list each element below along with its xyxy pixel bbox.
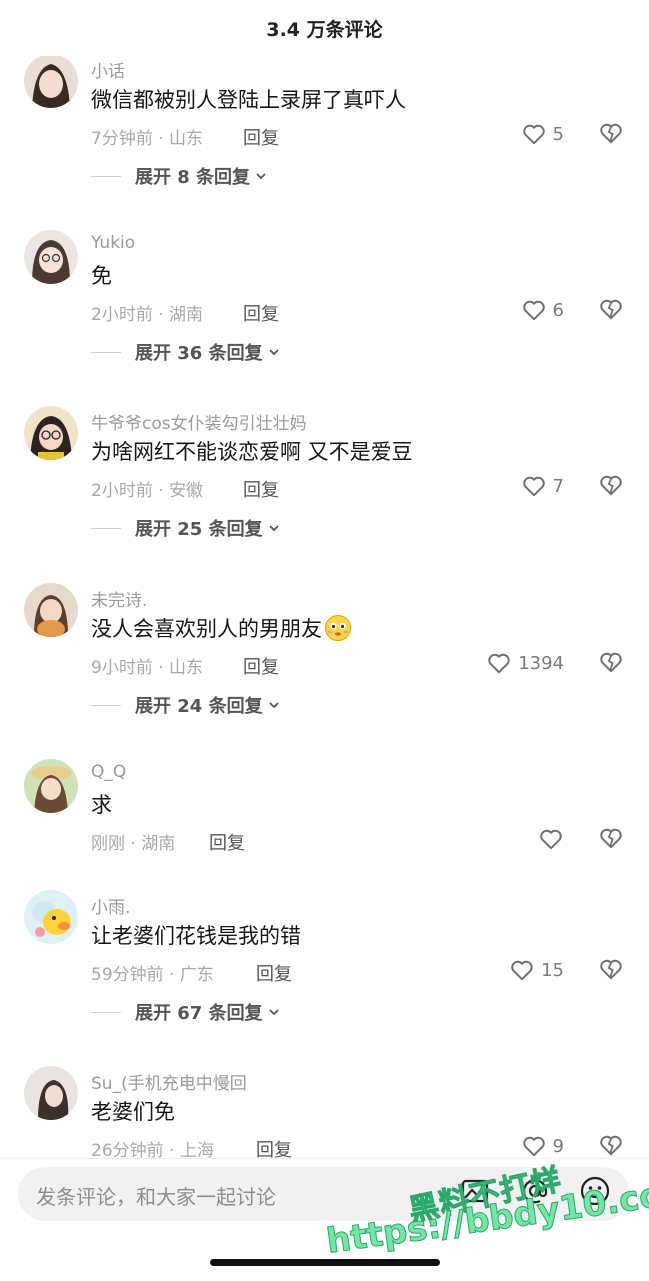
expand-replies[interactable]: 展开 8 条回复 bbox=[91, 164, 268, 188]
avatar[interactable] bbox=[24, 890, 78, 944]
comment-count-title: 3.4 万条评论 bbox=[266, 19, 383, 41]
username[interactable]: Q_Q bbox=[91, 762, 126, 782]
emoji-icon[interactable] bbox=[578, 1174, 612, 1208]
comments-header: 3.4 万条评论 bbox=[0, 0, 649, 56]
comment-meta: 刚刚 · 湖南 bbox=[91, 834, 176, 854]
expand-replies[interactable]: 展开 36 条回复 bbox=[91, 340, 281, 364]
like-button[interactable]: 5 bbox=[521, 118, 564, 150]
expand-replies[interactable]: 展开 25 条回复 bbox=[91, 516, 281, 540]
reply-button[interactable]: 回复 bbox=[243, 476, 279, 502]
like-button[interactable]: 6 bbox=[521, 294, 564, 326]
divider bbox=[91, 1011, 121, 1013]
avatar[interactable] bbox=[24, 759, 78, 813]
username[interactable]: Su_(手机充电中慢回 bbox=[91, 1069, 247, 1094]
comment-input-bar: 发条评论，和大家一起讨论 bbox=[0, 1158, 649, 1281]
expand-replies[interactable]: 展开 24 条回复 bbox=[91, 693, 281, 717]
comment-text: 没人会喜欢别人的男朋友 bbox=[91, 613, 352, 643]
like-button[interactable]: 15 bbox=[509, 954, 564, 986]
avatar[interactable] bbox=[24, 230, 78, 284]
comment-text: 老婆们免 bbox=[91, 1100, 175, 1124]
username[interactable]: Yukio bbox=[91, 233, 135, 253]
home-indicator bbox=[210, 1259, 440, 1266]
divider bbox=[91, 351, 121, 353]
chevron-down-icon bbox=[268, 702, 279, 709]
image-icon[interactable] bbox=[458, 1174, 492, 1208]
reply-button[interactable]: 回复 bbox=[243, 653, 279, 679]
username[interactable]: 小雨. bbox=[91, 893, 130, 918]
comment-text: 免 bbox=[91, 264, 112, 288]
chevron-down-icon bbox=[268, 1009, 279, 1016]
comment-meta: 26分钟前 · 上海 bbox=[91, 1141, 214, 1158]
heart-icon bbox=[522, 300, 545, 321]
broken-heart-icon[interactable] bbox=[598, 472, 624, 498]
comment-input-placeholder: 发条评论，和大家一起讨论 bbox=[36, 1185, 276, 1209]
like-count: 6 bbox=[552, 299, 564, 321]
expand-replies[interactable]: 展开 67 条回复 bbox=[91, 1000, 281, 1024]
chevron-down-icon bbox=[256, 173, 266, 180]
like-count: 5 bbox=[552, 123, 564, 145]
expand-label: 展开 24 条回复 bbox=[135, 696, 263, 717]
expand-label: 展开 67 条回复 bbox=[135, 1003, 263, 1024]
expand-label: 展开 8 条回复 bbox=[135, 167, 251, 188]
avatar[interactable] bbox=[24, 583, 78, 637]
like-button[interactable]: 9 bbox=[521, 1130, 564, 1158]
comment-text: 让老婆们花钱是我的错 bbox=[91, 924, 301, 948]
reply-button[interactable]: 回复 bbox=[243, 300, 279, 326]
like-count: 9 bbox=[552, 1135, 564, 1157]
broken-heart-icon[interactable] bbox=[598, 120, 624, 146]
comment-meta: 2小时前 · 安徽 bbox=[91, 481, 204, 501]
broken-heart-icon[interactable] bbox=[598, 296, 624, 322]
comment-list[interactable]: 小话 微信都被别人登陆上录屏了真吓人 7分钟前 · 山东 回复 5 展开 8 条… bbox=[0, 0, 649, 1158]
comment-text: 求 bbox=[91, 793, 112, 817]
expand-label: 展开 25 条回复 bbox=[135, 519, 263, 540]
avatar[interactable] bbox=[24, 406, 78, 460]
reply-button[interactable]: 回复 bbox=[209, 829, 245, 855]
chevron-down-icon bbox=[268, 525, 279, 532]
comment-meta: 7分钟前 · 山东 bbox=[91, 129, 204, 149]
heart-icon bbox=[540, 829, 562, 850]
comment-meta: 59分钟前 · 广东 bbox=[91, 965, 214, 985]
comment-meta: 2小时前 · 湖南 bbox=[91, 305, 204, 325]
divider bbox=[91, 527, 121, 529]
reply-button[interactable]: 回复 bbox=[256, 1136, 292, 1158]
broken-heart-icon[interactable] bbox=[598, 825, 624, 851]
avatar[interactable] bbox=[24, 1066, 78, 1120]
divider bbox=[91, 175, 121, 177]
username[interactable]: 牛爷爷cos女仆装勾引壮壮妈 bbox=[91, 409, 307, 434]
heart-icon bbox=[522, 124, 545, 145]
reply-button[interactable]: 回复 bbox=[256, 960, 292, 986]
like-button[interactable]: 7 bbox=[521, 470, 564, 502]
like-count: 7 bbox=[552, 475, 564, 497]
username[interactable]: 未完诗. bbox=[91, 586, 147, 611]
like-button[interactable]: 1394 bbox=[486, 647, 564, 679]
like-count: 1394 bbox=[518, 652, 564, 674]
at-icon[interactable] bbox=[518, 1174, 552, 1208]
username[interactable]: 小话 bbox=[91, 57, 125, 82]
heart-icon bbox=[511, 960, 533, 981]
sticker-face-emoji bbox=[325, 615, 351, 641]
avatar[interactable] bbox=[24, 54, 78, 108]
chevron-down-icon bbox=[268, 349, 279, 356]
like-button[interactable] bbox=[538, 823, 564, 855]
comment-text: 为啥网红不能谈恋爱啊 又不是爱豆 bbox=[91, 440, 413, 464]
broken-heart-icon[interactable] bbox=[598, 956, 624, 982]
comment-text-content: 没人会喜欢别人的男朋友 bbox=[91, 617, 322, 641]
expand-label: 展开 36 条回复 bbox=[135, 343, 263, 364]
heart-icon bbox=[522, 1136, 545, 1157]
broken-heart-icon[interactable] bbox=[598, 649, 624, 675]
heart-icon bbox=[522, 476, 545, 497]
like-count: 15 bbox=[541, 959, 564, 981]
reply-button[interactable]: 回复 bbox=[243, 124, 279, 150]
divider bbox=[91, 704, 121, 706]
broken-heart-icon[interactable] bbox=[598, 1132, 624, 1158]
comment-text: 微信都被别人登陆上录屏了真吓人 bbox=[91, 88, 406, 112]
heart-icon bbox=[488, 653, 510, 674]
comment-meta: 9小时前 · 山东 bbox=[91, 658, 204, 678]
